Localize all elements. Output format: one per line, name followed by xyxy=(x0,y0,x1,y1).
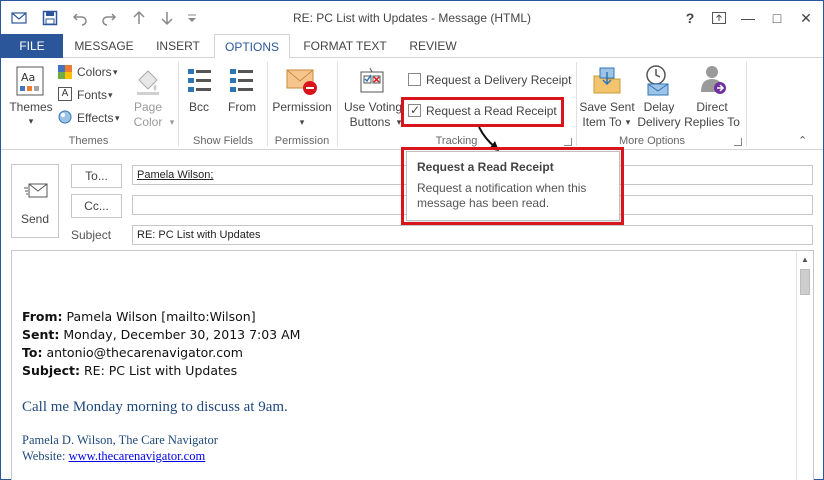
minimize-button[interactable]: — xyxy=(739,9,757,27)
tab-file[interactable]: FILE xyxy=(1,34,63,58)
tab-format-text[interactable]: FORMAT TEXT xyxy=(297,34,393,58)
ribbon-display-options-icon[interactable] xyxy=(710,9,728,27)
send-icon xyxy=(24,183,48,198)
group-separator xyxy=(267,62,268,146)
colors-dropdown-icon[interactable]: ▾ xyxy=(113,64,118,80)
direct-replies-label-1[interactable]: Direct xyxy=(683,100,741,115)
permission-dropdown-icon[interactable]: ▾ xyxy=(297,115,307,130)
send-label: Send xyxy=(20,212,50,226)
direct-replies-label-2[interactable]: Replies To xyxy=(683,115,741,130)
effects-icon xyxy=(58,110,72,124)
subject-value-quoted: RE: PC List with Updates xyxy=(83,363,238,378)
colors-icon xyxy=(58,65,72,79)
save-sent-label-2[interactable]: Item To xyxy=(578,115,626,130)
signature-website-line: Website: www.thecarenavigator.com xyxy=(22,449,205,464)
outlook-message-window: RE: PC List with Updates - Message (HTML… xyxy=(0,0,824,480)
from-button[interactable]: From xyxy=(223,100,261,115)
permission-icon[interactable] xyxy=(286,66,318,96)
fonts-dropdown-icon[interactable]: ▾ xyxy=(108,87,113,103)
signature-name: Pamela D. Wilson, The Care Navigator xyxy=(22,433,218,447)
quoted-sent-line: Sent: Monday, December 30, 2013 7:03 AM xyxy=(22,327,300,342)
page-color-dropdown-icon: ▾ xyxy=(169,117,175,127)
sent-value: Monday, December 30, 2013 7:03 AM xyxy=(63,327,301,342)
delay-delivery-label-1[interactable]: Delay xyxy=(633,100,685,115)
tab-insert[interactable]: INSERT xyxy=(147,34,209,58)
save-sent-item-icon[interactable] xyxy=(592,66,622,96)
tab-message[interactable]: MESSAGE xyxy=(69,34,139,58)
themes-icon[interactable]: Aa xyxy=(16,66,44,96)
from-label: From: xyxy=(22,309,63,324)
title-bar: RE: PC List with Updates - Message (HTML… xyxy=(1,1,823,34)
group-separator xyxy=(178,62,179,146)
to-recipient[interactable]: Pamela Wilson; xyxy=(137,169,213,181)
close-button[interactable]: ✕ xyxy=(797,9,815,27)
quoted-subject-line: Subject: RE: PC List with Updates xyxy=(22,363,237,378)
effects-dropdown-icon[interactable]: ▾ xyxy=(115,110,120,126)
themes-button[interactable]: Themes xyxy=(6,100,56,115)
read-receipt-highlight xyxy=(401,97,564,127)
ribbon-tabs: FILE MESSAGE INSERT OPTIONS FORMAT TEXT … xyxy=(1,34,823,59)
scrollbar-thumb[interactable] xyxy=(800,269,810,295)
colors-button[interactable]: Colors xyxy=(77,64,112,80)
to-label: To: xyxy=(22,345,43,360)
website-label: Website: xyxy=(22,449,66,463)
save-sent-dropdown-icon[interactable]: ▾ xyxy=(623,115,633,130)
from-icon[interactable] xyxy=(229,66,255,96)
group-label-show-fields: Show Fields xyxy=(193,135,253,147)
collapse-ribbon-icon[interactable]: ⌃ xyxy=(798,134,807,147)
subject-field[interactable]: RE: PC List with Updates xyxy=(132,225,813,245)
page-color-label-1: Page xyxy=(133,100,163,114)
tab-options[interactable]: OPTIONS xyxy=(214,34,290,59)
from-value: Pamela Wilson [mailto:Wilson] xyxy=(66,309,256,324)
voting-buttons-icon[interactable] xyxy=(358,66,388,96)
save-sent-label-1[interactable]: Save Sent xyxy=(578,100,636,115)
quoted-from-line: From: Pamela Wilson [mailto:Wilson] xyxy=(22,309,256,324)
group-label-more-options: More Options xyxy=(618,135,686,147)
maximize-button[interactable]: □ xyxy=(768,9,786,27)
tooltip-highlight xyxy=(401,147,624,225)
delivery-receipt-label[interactable]: Request a Delivery Receipt xyxy=(426,72,571,88)
themes-dropdown-arrow-icon[interactable]: ▾ xyxy=(6,114,56,129)
scroll-up-icon[interactable]: ▲ xyxy=(801,255,809,264)
delay-delivery-label-2[interactable]: Delivery xyxy=(633,115,685,130)
group-label-tracking: Tracking xyxy=(435,135,478,147)
use-voting-label-2[interactable]: Buttons xyxy=(341,115,399,130)
effects-button[interactable]: Effects xyxy=(77,110,113,126)
to-value: antonio@thecarenavigator.com xyxy=(46,345,243,360)
group-separator xyxy=(576,62,577,146)
tracking-dialog-launcher-icon[interactable] xyxy=(564,138,572,146)
bcc-button[interactable]: Bcc xyxy=(182,100,216,115)
svg-text:Aa: Aa xyxy=(21,71,35,84)
use-voting-label-1[interactable]: Use Voting xyxy=(341,100,405,115)
quoted-to-line: To: antonio@thecarenavigator.com xyxy=(22,345,243,360)
fonts-icon: A xyxy=(58,87,72,101)
page-color-icon[interactable] xyxy=(133,66,163,96)
message-body[interactable]: From: Pamela Wilson [mailto:Wilson] Sent… xyxy=(11,250,814,480)
website-link[interactable]: www.thecarenavigator.com xyxy=(69,449,206,463)
tab-review[interactable]: REVIEW xyxy=(401,34,465,58)
more-options-dialog-launcher-icon[interactable] xyxy=(734,138,742,146)
delivery-receipt-checkbox[interactable] xyxy=(408,73,421,86)
cc-button[interactable]: Cc... xyxy=(71,194,122,218)
to-button[interactable]: To... xyxy=(71,164,122,188)
direct-replies-icon[interactable] xyxy=(698,64,728,96)
group-separator xyxy=(337,62,338,146)
permission-button[interactable]: Permission xyxy=(269,100,335,115)
subject-label: Subject xyxy=(71,228,112,242)
group-label-themes: Themes xyxy=(68,135,109,147)
subject-label-quoted: Subject: xyxy=(22,363,80,378)
sent-label: Sent: xyxy=(22,327,60,342)
group-label-permission: Permission xyxy=(274,135,330,147)
bcc-icon[interactable] xyxy=(187,66,213,96)
group-separator xyxy=(746,62,747,146)
vertical-scrollbar[interactable]: ▲ xyxy=(796,251,813,480)
window-title: RE: PC List with Updates - Message (HTML… xyxy=(292,11,532,25)
page-color-label-2: Color xyxy=(133,115,163,129)
send-button[interactable]: Send xyxy=(11,164,59,238)
fonts-button[interactable]: Fonts xyxy=(77,87,107,103)
help-button[interactable]: ? xyxy=(681,9,699,27)
delay-delivery-icon[interactable] xyxy=(642,64,672,96)
body-text-line: Call me Monday morning to discuss at 9am… xyxy=(22,399,288,415)
